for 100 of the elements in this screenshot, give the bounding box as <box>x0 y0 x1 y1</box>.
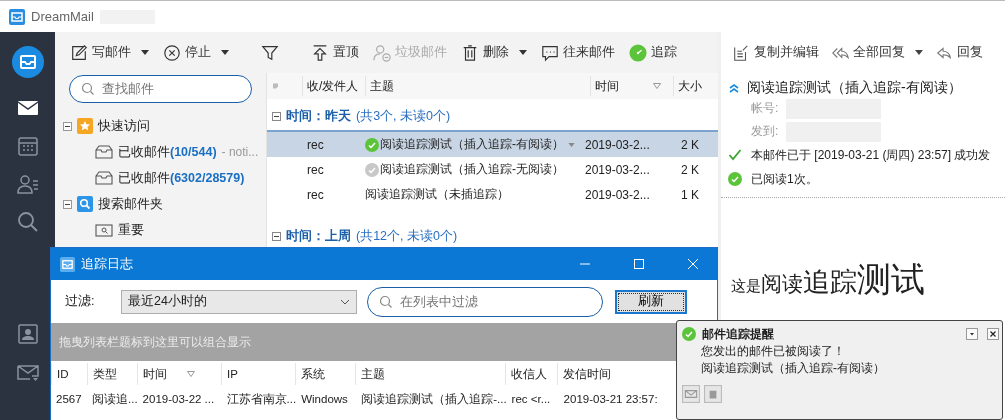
sender-text: rec <box>307 137 325 152</box>
filter-icon <box>261 43 279 62</box>
table-cell-text: rec <r... <box>510 392 552 407</box>
table-cell-text: 2019-03-22 ... <box>141 392 216 407</box>
group-summary: (共3个, 未读0个) <box>356 107 451 125</box>
chat-icon <box>541 43 559 62</box>
group-summary: (共12个, 未读0个) <box>356 227 458 245</box>
size-text: 2 K <box>680 137 700 152</box>
close-icon[interactable] <box>987 328 999 340</box>
pencil-icon <box>70 43 88 62</box>
checkmark-icon <box>728 148 742 162</box>
sort-icon <box>653 83 661 89</box>
folder-item[interactable]: 已收邮件(10/544) <box>118 143 217 161</box>
column-header[interactable]: 时间 <box>590 76 673 96</box>
toolbar-button[interactable]: 回复 <box>930 40 988 65</box>
column-header[interactable]: 系统 <box>295 363 355 385</box>
calendar-icon[interactable] <box>15 134 40 158</box>
app-logo-icon <box>60 256 75 272</box>
group-header[interactable]: 时间：昨天 <box>286 107 351 125</box>
mail-row[interactable]: rec 阅读追踪测试（插入追踪-有阅读） 2019-03-2... 2 K <box>267 132 718 157</box>
person-minus-icon <box>373 43 391 62</box>
toolbar-button[interactable]: 删除 <box>456 40 532 65</box>
table-cell-text: Windows <box>300 392 349 407</box>
inbox-icon <box>95 170 113 186</box>
sender-text: rec <box>307 162 325 177</box>
caret-icon[interactable] <box>221 50 229 55</box>
toolbar-button[interactable]: 复制并编辑 <box>727 40 824 65</box>
inbox-icon <box>95 144 113 160</box>
column-header[interactable]: 大小 <box>673 76 718 96</box>
time-text: 2019-03-2... <box>585 137 651 152</box>
folder-label[interactable]: 快速访问 <box>98 117 150 135</box>
search-folder-icon <box>95 222 113 238</box>
filter-dropdown[interactable]: 最近24小时的 <box>121 289 357 314</box>
mail-logo-icon[interactable] <box>11 46 44 78</box>
group-by-hint: 拖曳列表栏题标到这里可以组合显示 <box>59 333 251 351</box>
mail-row[interactable]: rec 阅读追踪测试（插入追踪-无阅读） 2019-03-2... 2 K <box>267 157 718 182</box>
filter-label: 过滤: <box>65 293 96 310</box>
filter-field[interactable]: 在列表中过滤 <box>367 286 603 317</box>
field-label: 发到: <box>751 123 779 140</box>
status-text: 本邮件已于 [2019-03-21 (周四) 23:57] 成功发 <box>751 146 991 164</box>
folder-note: - noti... <box>221 145 259 159</box>
column-header[interactable]: 类型 <box>87 363 137 385</box>
table-cell-text: 2567 <box>55 392 83 407</box>
document-icon <box>732 43 750 62</box>
chevron-down-icon <box>340 298 350 305</box>
notification-title: 邮件追踪提醒 <box>702 325 774 343</box>
caret-icon[interactable] <box>141 50 149 55</box>
size-text: 2 K <box>680 162 700 177</box>
toolbar-button[interactable]: 置顶 <box>306 40 364 65</box>
folder-label[interactable]: 搜索邮件夹 <box>98 195 163 213</box>
table-cell-text: 2019-03-21 23:57: <box>562 392 659 407</box>
contact-card-icon[interactable] <box>15 322 40 346</box>
caret-icon[interactable] <box>519 50 527 55</box>
notification-text: 阅读追踪测试（插入追踪-有阅读） <box>700 360 886 377</box>
time-text: 2019-03-2... <box>585 187 651 202</box>
collapse-icon[interactable] <box>272 231 281 241</box>
table-cell-text: 阅读追踪测试（插入追踪-... <box>360 392 507 407</box>
folder-item[interactable]: 已收邮件(6302/28579) <box>118 169 245 187</box>
column-header[interactable]: 发信时间 <box>557 363 657 385</box>
column-header[interactable]: 收信人 <box>505 363 557 385</box>
collapse-icon[interactable] <box>272 111 281 121</box>
time-text: 2019-03-2... <box>585 162 651 177</box>
flag-column-icon <box>273 81 278 91</box>
subject-text: 阅读追踪测试（插入追踪-无阅读） <box>380 161 564 178</box>
collapse-icon[interactable] <box>63 199 72 209</box>
sender-text: rec <box>307 187 325 202</box>
toolbar-button[interactable]: 追踪 <box>624 40 682 65</box>
subject-text: 阅读追踪测试（未插追踪） <box>365 186 509 203</box>
notification-text: 您发出的邮件已被阅读了！ <box>700 343 846 360</box>
check-circle-icon <box>728 172 742 186</box>
column-header[interactable]: 主题 <box>365 76 590 96</box>
column-header[interactable]: ID <box>51 363 87 385</box>
toolbar-button[interactable]: 停止 <box>158 40 234 65</box>
dropdown-icon[interactable] <box>966 328 978 340</box>
search-icon <box>81 82 95 96</box>
subject-text: 阅读追踪测试（插入追踪-有阅读） <box>380 136 564 153</box>
contacts-icon[interactable] <box>15 172 40 196</box>
star-folder-icon <box>77 118 93 134</box>
column-header[interactable]: 时间 <box>137 363 221 385</box>
table-cell-text: 江苏省南京... <box>225 392 297 407</box>
mail-row[interactable]: rec 阅读追踪测试（未插追踪） 2019-03-2... 1 K <box>267 182 718 207</box>
column-header[interactable]: 主题 <box>355 363 505 385</box>
caret-icon[interactable] <box>915 50 923 55</box>
toolbar-button[interactable]: 往来邮件 <box>536 40 620 65</box>
refresh-button[interactable]: 刷新 <box>615 289 687 314</box>
collapse-icon[interactable] <box>63 121 72 131</box>
maximize-icon[interactable] <box>633 258 645 270</box>
search-folder-icon <box>77 196 93 212</box>
column-header[interactable]: 收/发件人 <box>302 76 365 96</box>
mail-body-text: 这是阅读追踪测试 <box>731 262 926 296</box>
window-title: DreamMail <box>31 9 94 24</box>
column-header[interactable]: IP <box>221 363 295 385</box>
pin-top-icon <box>311 43 329 62</box>
folder-item[interactable]: 重要 <box>118 221 144 239</box>
search-field[interactable]: 查找邮件 <box>69 75 252 103</box>
search-icon[interactable] <box>15 210 40 234</box>
table-cell-text: 阅读追... <box>91 392 138 407</box>
toolbar-button[interactable]: 写邮件 <box>65 40 154 65</box>
toolbar-button[interactable]: 全部回复 <box>826 40 928 65</box>
group-header[interactable]: 时间：上周 <box>286 227 351 245</box>
